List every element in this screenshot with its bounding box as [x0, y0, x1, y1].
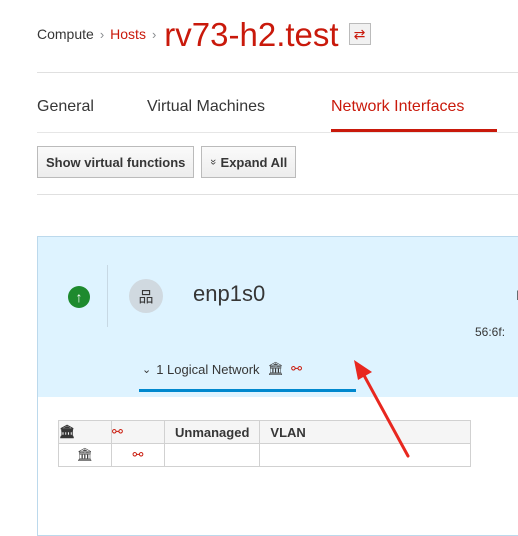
bank-icon: 🏛 — [59, 424, 76, 439]
logical-network-label: 1 Logical Network — [156, 361, 260, 377]
tab-virtual-machines[interactable]: Virtual Machines — [147, 98, 265, 116]
nic-name: enp1s0 — [193, 281, 266, 306]
chevron-down-icon: ⌄ — [142, 363, 152, 376]
breadcrumb-hosts-link[interactable]: Hosts — [110, 26, 146, 42]
network-tree-icon: 品 — [129, 279, 163, 313]
expand-all-button[interactable]: » Expand All — [201, 146, 297, 178]
nic-mac-address: 56:6f: — [475, 325, 506, 339]
expand-all-label: Expand All — [220, 154, 288, 170]
toolbar: Show virtual functions » Expand All — [37, 146, 297, 178]
double-chevron-down-icon: » — [207, 158, 220, 166]
unlink-icon: ⚯ — [291, 361, 302, 376]
red-arrow-annotation — [354, 360, 410, 458]
swap-icon[interactable]: ⇄ — [348, 23, 371, 45]
unmanaged-cell — [163, 443, 261, 467]
logical-network-indicator — [139, 389, 356, 392]
breadcrumb-compute[interactable]: Compute — [37, 26, 94, 42]
breadcrumb-separator: › — [99, 26, 105, 42]
breadcrumb-separator: › — [151, 26, 157, 42]
unlink-icon: ⚯ — [111, 443, 165, 467]
unlink-icon: ⚯ — [112, 424, 123, 439]
column-header-bank: 🏛 — [58, 420, 112, 444]
page-title: rv73-h2.test — [164, 15, 339, 53]
header-divider — [37, 72, 518, 73]
active-tab-indicator — [331, 129, 497, 132]
up-arrow-icon: ↑ — [68, 286, 90, 308]
tab-network-interfaces[interactable]: Network Interfaces — [331, 98, 464, 116]
bank-icon: 🏛 — [58, 443, 112, 467]
vertical-divider — [107, 265, 108, 327]
column-header-unmanaged: Unmanaged — [163, 420, 261, 444]
column-header-unlink: ⚯ — [111, 420, 165, 444]
logical-network-toggle[interactable]: ⌄ 1 Logical Network 🏛 ⚯ — [142, 361, 302, 377]
nic-card: ↑ 品 enp1s0 I 56:6f: ⌄ 1 Logical Network … — [37, 236, 518, 536]
bank-icon: 🏛 — [267, 361, 285, 376]
tab-general[interactable]: General — [37, 98, 94, 116]
show-virtual-functions-button[interactable]: Show virtual functions — [37, 146, 195, 178]
toolbar-divider — [37, 194, 518, 195]
nic-card-header[interactable]: ↑ 品 enp1s0 I 56:6f: ⌄ 1 Logical Network … — [38, 237, 518, 397]
show-virtual-functions-label: Show virtual functions — [46, 154, 186, 170]
breadcrumb: Compute › Hosts › rv73-h2.test ⇄ — [37, 12, 371, 56]
tab-bar: General Virtual Machines Network Interfa… — [37, 92, 518, 133]
